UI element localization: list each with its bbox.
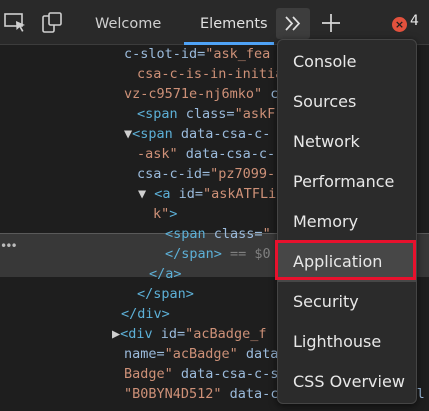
code-line[interactable]: -ask" data-csa-c- — [137, 143, 275, 165]
code-token: "acBadge_f — [185, 326, 267, 342]
node-actions-ellipsis[interactable]: ••• — [0, 239, 18, 253]
code-token: name= — [124, 346, 165, 362]
menu-item-sources[interactable]: Sources — [278, 82, 416, 122]
code-line[interactable]: ▼<span data-csa-c- — [124, 123, 270, 145]
code-token: <span — [137, 106, 186, 122]
code-token: "pz7099- — [210, 166, 276, 182]
code-token: "acBadge" — [164, 346, 238, 362]
code-line[interactable]: csa-c-is-in-initial — [137, 63, 291, 85]
code-token: </span> — [137, 286, 194, 302]
code-line[interactable]: ▼ <a id="askATFLi — [138, 183, 276, 205]
code-line[interactable]: vz-c9571e-nj6mko" c — [124, 83, 278, 105]
more-tools-menu: Console Sources Network Performance Memo… — [277, 39, 417, 404]
more-tools-button[interactable] — [276, 8, 310, 39]
code-line[interactable]: c-slot-id="ask_fea — [124, 45, 270, 65]
code-token: csa-c-is-in-initial — [137, 66, 292, 82]
code-token: </div> — [121, 306, 170, 322]
code-token: <span — [132, 126, 181, 142]
code-token: "B0BYN4D512" — [124, 386, 222, 402]
device-emulation-icon[interactable] — [40, 12, 64, 34]
code-token: class= — [213, 226, 263, 242]
code-token: vz-c9571e-nj6mko" — [124, 86, 263, 102]
tab-welcome[interactable]: Welcome — [95, 0, 161, 44]
code-token: <a — [154, 186, 179, 202]
code-line[interactable]: </span> — [137, 283, 194, 305]
code-token: "ask_fea — [205, 46, 271, 62]
code-token: data-csa-c- — [180, 126, 271, 142]
code-token: </a> — [149, 266, 182, 282]
code-line[interactable]: <span class="askF — [137, 103, 275, 125]
code-token: id= — [178, 186, 204, 202]
menu-item-network[interactable]: Network — [278, 122, 416, 162]
code-token: <span — [165, 226, 214, 242]
error-icon[interactable]: × — [392, 17, 407, 32]
chevron-double-right-icon — [285, 16, 301, 31]
menu-item-console[interactable]: Console — [278, 42, 416, 82]
tab-elements[interactable]: Elements — [200, 0, 268, 44]
code-token: == $0 — [221, 246, 271, 262]
menu-item-lighthouse[interactable]: Lighthouse — [278, 322, 416, 362]
code-line[interactable]: ▶<div id="acBadge_f — [112, 323, 266, 345]
code-token: ▶ — [112, 326, 121, 342]
code-token: c-slot-id= — [124, 46, 206, 62]
code-token: -ask" — [137, 146, 178, 162]
code-token: class= — [185, 106, 235, 122]
code-token: > — [169, 206, 178, 222]
code-token: csa-c-id= — [137, 166, 211, 182]
code-token: " — [262, 226, 271, 242]
code-token: data — [237, 346, 279, 362]
code-token: "askATFLi — [203, 186, 277, 202]
menu-item-performance[interactable]: Performance — [278, 162, 416, 202]
code-line[interactable]: </span> == $0 — [165, 243, 271, 265]
code-token: Badge" — [124, 366, 173, 382]
inspect-icon[interactable] — [4, 12, 28, 34]
code-token: </span> — [165, 246, 222, 262]
code-token: "askF — [234, 106, 276, 122]
code-line[interactable]: name="acBadge" data — [124, 343, 278, 365]
code-line[interactable]: csa-c-id="pz7099- — [137, 163, 275, 185]
menu-item-css-overview[interactable]: CSS Overview — [278, 362, 416, 402]
menu-item-security[interactable]: Security — [278, 282, 416, 322]
code-token: id= — [160, 326, 186, 342]
new-tab-plus-icon[interactable] — [320, 12, 342, 34]
code-token: c — [262, 86, 279, 102]
code-token: <div — [120, 326, 161, 342]
code-line[interactable]: Badge" data-csa-c-s — [124, 363, 278, 385]
menu-item-application[interactable]: Application — [278, 242, 416, 282]
code-token: k" — [153, 206, 170, 222]
code-token: ▼ — [138, 186, 155, 202]
code-token: ▼ — [124, 126, 133, 142]
code-line[interactable]: </a> — [149, 263, 182, 285]
code-line[interactable]: </div> — [121, 303, 170, 325]
code-token: data-csa-c- — [177, 146, 276, 162]
code-token: data-csa-c-s — [172, 366, 279, 382]
code-line[interactable]: k"> — [153, 203, 177, 225]
error-count[interactable]: 4 — [410, 13, 419, 29]
code-line[interactable]: <span class=" — [165, 223, 271, 245]
menu-item-memory[interactable]: Memory — [278, 202, 416, 242]
